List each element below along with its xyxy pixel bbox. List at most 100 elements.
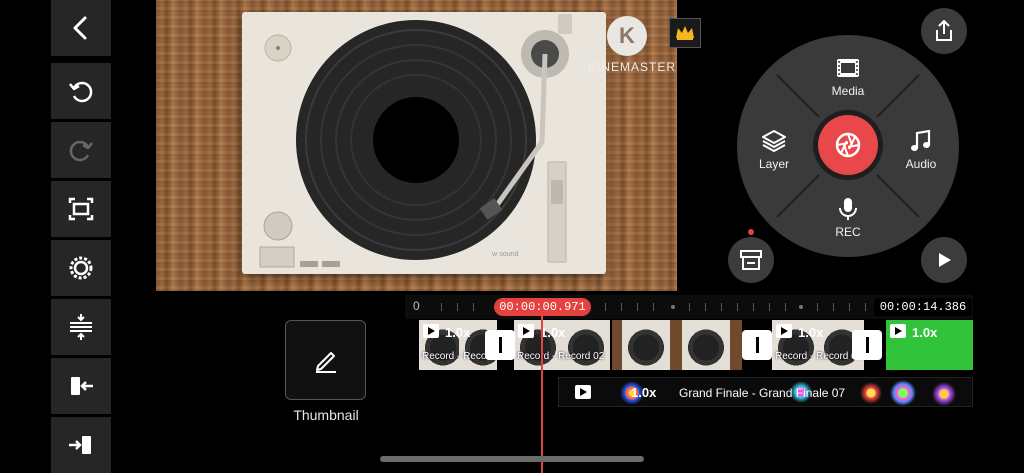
split-icon <box>70 314 92 340</box>
track-name: Grand Finale - Grand Finale 07 <box>679 386 846 400</box>
watermark-text: KINEMASTER <box>588 60 677 74</box>
audio-label: Audio <box>905 157 937 171</box>
clip-play-icon <box>776 324 792 338</box>
video-clip[interactable]: 1.0x Record - Record 03 <box>772 320 864 370</box>
back-icon <box>73 16 87 40</box>
clip-name: Record - Record 02 <box>517 351 605 362</box>
ruler-dot <box>799 305 803 309</box>
track-play-icon <box>575 385 591 399</box>
track-speed: 1.0x <box>631 385 657 400</box>
crown-icon <box>676 26 694 40</box>
ruler-tick <box>817 303 818 311</box>
video-clip[interactable] <box>612 320 742 370</box>
store-icon <box>740 250 762 270</box>
video-preview[interactable]: w·sound K KINEMASTER <box>156 0 677 291</box>
ruler-tick <box>621 303 622 311</box>
ruler-tick <box>441 303 442 311</box>
transition-button[interactable] <box>852 330 882 360</box>
transition-icon <box>755 337 759 353</box>
effect-track[interactable]: 1.0x Grand Finale - Grand Finale 07 <box>558 377 973 407</box>
ruler-tick <box>849 303 850 311</box>
screen-capture-button[interactable] <box>51 181 111 237</box>
transition-button[interactable] <box>742 330 772 360</box>
ruler-tick <box>605 303 606 311</box>
firework-thumbnail <box>931 381 957 406</box>
shutter-icon <box>835 132 861 158</box>
svg-text:w·sound: w·sound <box>491 251 519 258</box>
clip-speed: 1.0x <box>798 325 824 340</box>
play-icon <box>939 253 951 267</box>
ruler-tick <box>753 303 754 311</box>
microphone-icon <box>839 198 857 220</box>
clip-frame <box>682 320 730 370</box>
ruler-tick <box>457 303 458 311</box>
clip-speed: 1.0x <box>445 325 471 340</box>
back-button[interactable] <box>51 0 111 56</box>
clip-out-icon <box>69 436 91 454</box>
split-button[interactable] <box>51 299 111 355</box>
ruler-zero-label: 0 <box>413 299 420 313</box>
ruler-tick <box>637 303 638 311</box>
settings-button[interactable] <box>51 240 111 296</box>
ruler-tick <box>769 303 770 311</box>
capture-button-face <box>818 115 878 175</box>
settings-icon <box>69 256 93 280</box>
ruler-tick <box>705 303 706 311</box>
camera-capture-button[interactable] <box>813 110 883 180</box>
transition-icon <box>498 337 502 353</box>
play-button[interactable] <box>921 237 967 283</box>
store-notification-dot <box>748 229 754 235</box>
audio-button[interactable]: Audio <box>895 128 947 171</box>
thumbnail-button[interactable] <box>285 320 366 400</box>
ruler-dot <box>671 305 675 309</box>
clip-frame <box>622 320 670 370</box>
ruler-tick <box>721 303 722 311</box>
media-icon <box>837 59 859 77</box>
clip-speed: 1.0x <box>540 325 566 340</box>
video-clip[interactable]: 1.0x <box>886 320 973 370</box>
undo-button[interactable] <box>51 63 111 119</box>
video-clip[interactable]: 1.0x Record - Record 02 <box>514 320 610 370</box>
transition-icon <box>865 337 869 353</box>
ruler-tick <box>865 303 866 311</box>
ruler-tick <box>833 303 834 311</box>
ruler-tick <box>689 303 690 311</box>
transition-button[interactable] <box>485 330 515 360</box>
current-time-indicator[interactable]: 00:00:00.971 <box>494 298 591 316</box>
rec-button[interactable]: REC <box>822 196 874 239</box>
clip-out-button[interactable] <box>51 417 111 473</box>
kinemaster-logo: K <box>607 16 647 56</box>
ruler-tick <box>785 303 786 311</box>
home-indicator <box>380 456 644 462</box>
music-note-icon <box>911 129 931 151</box>
clip-speed: 1.0x <box>912 325 938 340</box>
screen-capture-icon <box>68 197 94 221</box>
firework-thumbnail <box>859 381 883 405</box>
clip-name: Record - Record 03 <box>775 351 863 362</box>
layer-icon <box>762 130 786 152</box>
total-duration: 00:00:14.386 <box>874 298 972 316</box>
premium-crown-button[interactable] <box>669 18 701 48</box>
asset-store-button[interactable] <box>728 237 774 283</box>
rec-label: REC <box>835 225 861 239</box>
undo-icon <box>69 81 93 103</box>
media-button[interactable]: Media <box>822 55 874 98</box>
firework-thumbnail <box>889 379 917 406</box>
media-label: Media <box>831 84 865 98</box>
clip-play-icon <box>518 324 534 338</box>
layer-button[interactable]: Layer <box>748 128 800 171</box>
playhead[interactable] <box>541 316 543 473</box>
thumbnail-label: Thumbnail <box>293 407 359 423</box>
ruler-tick <box>653 303 654 311</box>
pencil-icon <box>315 352 336 373</box>
turntable-image: w·sound <box>242 12 606 274</box>
clip-play-icon <box>890 324 906 338</box>
ruler-tick <box>473 303 474 311</box>
redo-button[interactable] <box>51 122 111 178</box>
redo-icon <box>69 140 93 162</box>
clip-in-button[interactable] <box>51 358 111 414</box>
layer-label: Layer <box>758 157 790 171</box>
clip-play-icon <box>423 324 439 338</box>
clip-frame <box>562 320 610 370</box>
ruler-tick <box>737 303 738 311</box>
